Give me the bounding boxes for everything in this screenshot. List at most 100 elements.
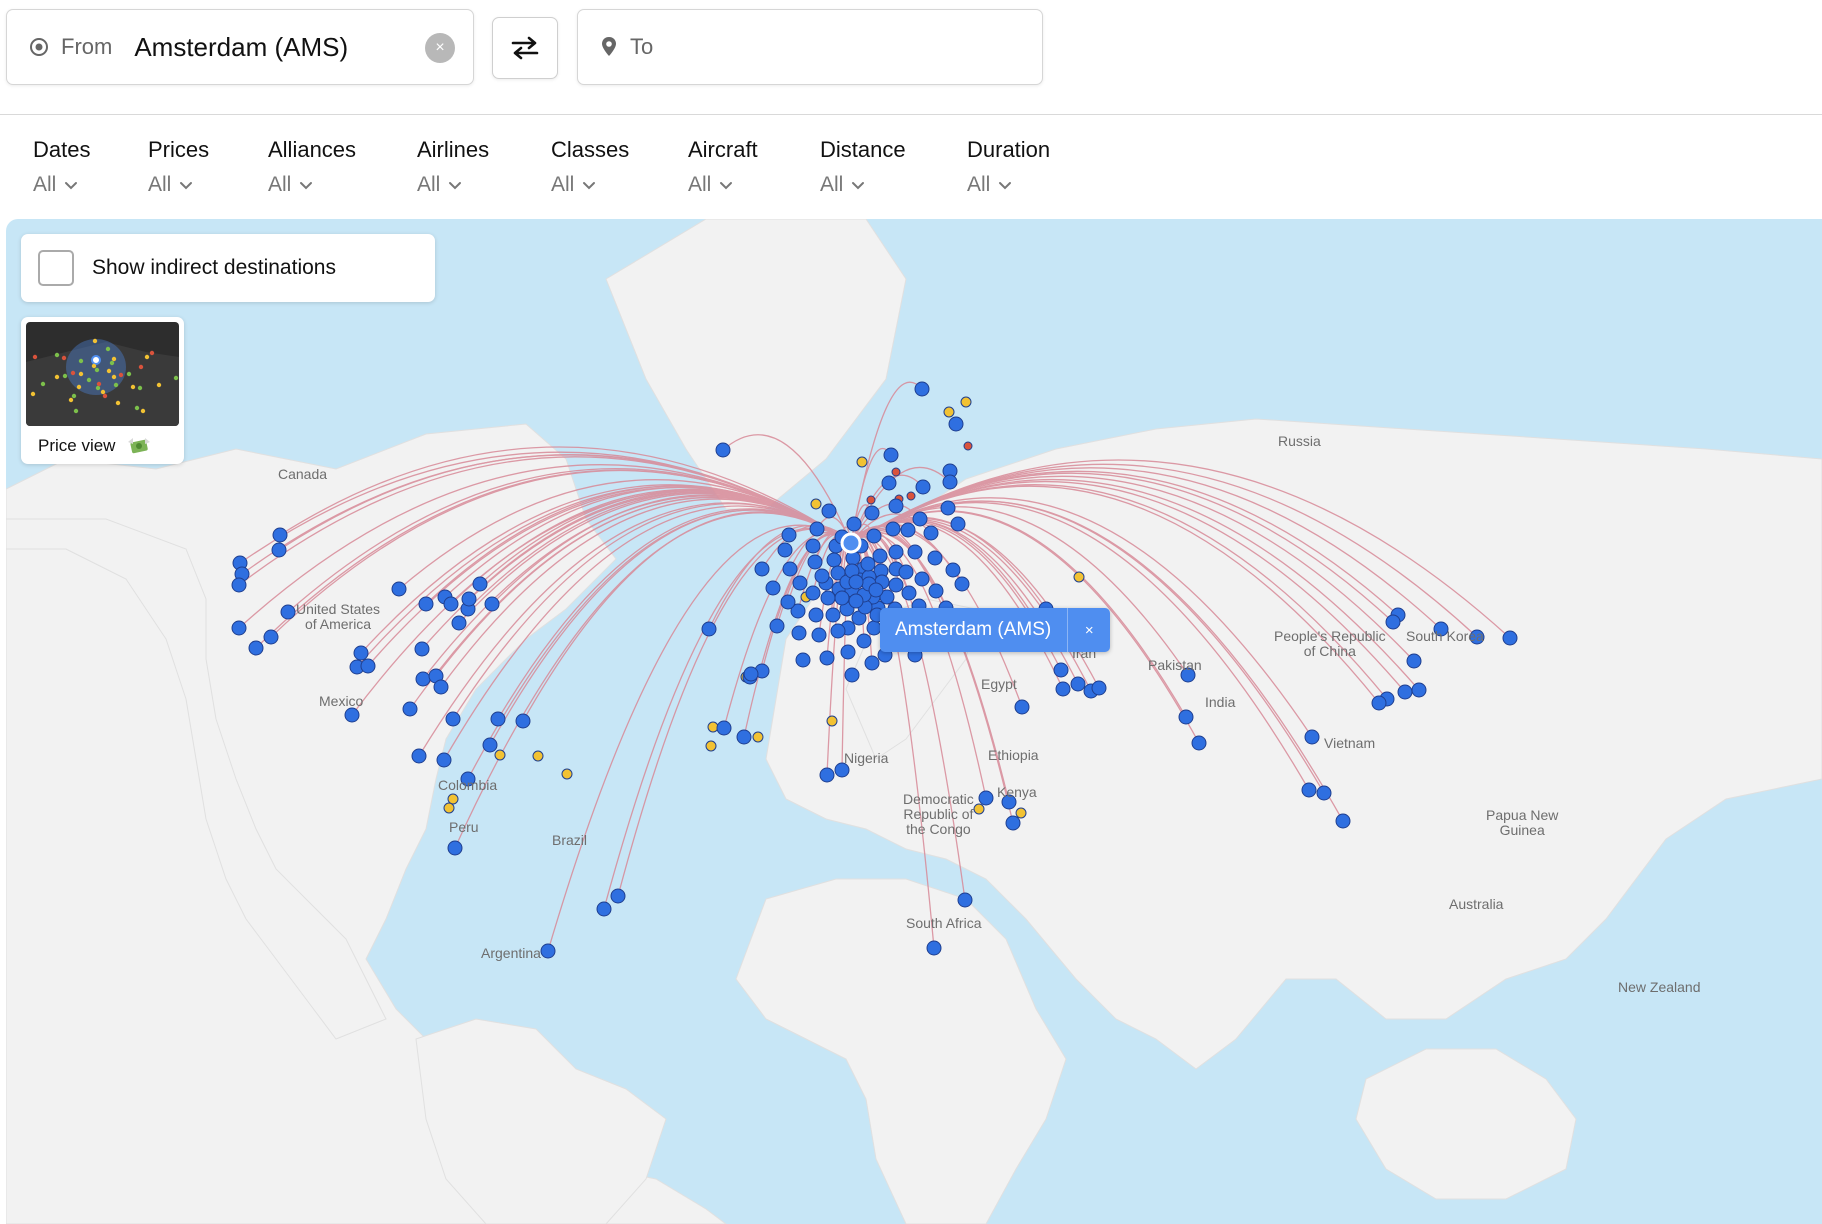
destination-marker[interactable] xyxy=(447,840,463,856)
destination-marker[interactable] xyxy=(846,516,862,532)
map-canvas[interactable] xyxy=(6,219,1822,1224)
destination-marker[interactable] xyxy=(701,621,717,637)
destination-marker[interactable] xyxy=(515,713,531,729)
destination-marker-mid[interactable] xyxy=(494,749,506,761)
destination-marker[interactable] xyxy=(391,581,407,597)
destination-marker[interactable] xyxy=(900,522,916,538)
destination-marker-mid[interactable] xyxy=(705,740,717,752)
from-value[interactable]: Amsterdam (AMS) xyxy=(134,32,348,63)
destination-marker-mid[interactable] xyxy=(443,802,455,814)
destination-marker[interactable] xyxy=(1411,682,1427,698)
destination-marker[interactable] xyxy=(1397,684,1413,700)
destination-marker[interactable] xyxy=(928,583,944,599)
destination-marker[interactable] xyxy=(830,623,846,639)
destination-marker[interactable] xyxy=(834,590,850,606)
destination-marker[interactable] xyxy=(461,591,477,607)
destination-marker[interactable] xyxy=(1070,676,1086,692)
indirect-destinations-toggle[interactable]: Show indirect destinations xyxy=(21,234,435,302)
destination-marker[interactable] xyxy=(792,575,808,591)
destination-marker[interactable] xyxy=(743,666,759,682)
filter-aircraft[interactable]: Aircraft All xyxy=(688,137,758,197)
destination-marker[interactable] xyxy=(1385,614,1401,630)
destination-marker[interactable] xyxy=(1502,630,1518,646)
destination-marker[interactable] xyxy=(360,658,376,674)
destination-marker[interactable] xyxy=(715,442,731,458)
destination-marker[interactable] xyxy=(780,594,796,610)
destination-marker-mid[interactable] xyxy=(810,498,822,510)
destination-marker[interactable] xyxy=(436,752,452,768)
filter-alliances[interactable]: Alliances All xyxy=(268,137,356,197)
destination-marker[interactable] xyxy=(927,550,943,566)
destination-marker[interactable] xyxy=(912,511,928,527)
destination-marker-mid[interactable] xyxy=(1073,571,1085,583)
destination-marker[interactable] xyxy=(263,629,279,645)
destination-marker[interactable] xyxy=(1406,653,1422,669)
destination-marker[interactable] xyxy=(445,711,461,727)
filter-duration[interactable]: Duration All xyxy=(967,137,1050,197)
destination-marker[interactable] xyxy=(805,585,821,601)
destination-marker-mid[interactable] xyxy=(960,396,972,408)
filter-airlines[interactable]: Airlines All xyxy=(417,137,489,197)
close-icon[interactable]: × xyxy=(1067,608,1110,652)
destination-marker-high[interactable] xyxy=(906,491,916,501)
destination-marker[interactable] xyxy=(888,544,904,560)
destination-marker[interactable] xyxy=(866,620,882,636)
destination-marker[interactable] xyxy=(248,640,264,656)
destination-marker[interactable] xyxy=(482,737,498,753)
destination-marker[interactable] xyxy=(769,618,785,634)
destination-marker-mid[interactable] xyxy=(752,731,764,743)
destination-marker[interactable] xyxy=(945,562,961,578)
from-field[interactable]: From Amsterdam (AMS) × xyxy=(6,9,474,85)
destination-marker[interactable] xyxy=(777,542,793,558)
destination-marker[interactable] xyxy=(451,615,467,631)
destination-marker[interactable] xyxy=(950,516,966,532)
destination-marker[interactable] xyxy=(940,500,956,516)
destination-marker-mid[interactable] xyxy=(856,456,868,468)
destination-marker[interactable] xyxy=(926,940,942,956)
destination-marker-high[interactable] xyxy=(891,467,901,477)
destination-marker[interactable] xyxy=(915,479,931,495)
destination-marker[interactable] xyxy=(765,580,781,596)
destination-marker[interactable] xyxy=(402,701,418,717)
destination-marker[interactable] xyxy=(1191,735,1207,751)
destination-marker[interactable] xyxy=(864,655,880,671)
destination-marker[interactable] xyxy=(231,577,247,593)
destination-marker[interactable] xyxy=(807,554,823,570)
destination-marker-high[interactable] xyxy=(963,441,973,451)
destination-marker[interactable] xyxy=(866,528,882,544)
destination-marker[interactable] xyxy=(1005,815,1021,831)
destination-marker[interactable] xyxy=(414,641,430,657)
clear-from-button[interactable]: × xyxy=(425,33,455,63)
destination-marker[interactable] xyxy=(1301,782,1317,798)
destination-marker[interactable] xyxy=(885,521,901,537)
destination-marker[interactable] xyxy=(914,571,930,587)
destination-marker[interactable] xyxy=(433,679,449,695)
destination-marker[interactable] xyxy=(942,474,958,490)
destination-marker[interactable] xyxy=(716,720,732,736)
destination-marker-mid[interactable] xyxy=(826,715,838,727)
destination-marker[interactable] xyxy=(888,577,904,593)
filter-prices[interactable]: Prices All xyxy=(148,137,209,197)
destination-marker[interactable] xyxy=(1316,785,1332,801)
destination-marker[interactable] xyxy=(819,767,835,783)
destination-marker[interactable] xyxy=(1053,662,1069,678)
destination-marker[interactable] xyxy=(848,593,864,609)
destination-marker-mid[interactable] xyxy=(1015,807,1027,819)
filter-dates[interactable]: Dates All xyxy=(33,137,90,197)
swap-button[interactable] xyxy=(492,17,558,79)
destination-marker[interactable] xyxy=(1091,680,1107,696)
indirect-checkbox[interactable] xyxy=(38,250,74,286)
destination-marker[interactable] xyxy=(840,644,856,660)
destination-marker[interactable] xyxy=(540,943,556,959)
destination-marker[interactable] xyxy=(484,596,500,612)
destination-marker[interactable] xyxy=(864,505,880,521)
destination-marker[interactable] xyxy=(826,552,842,568)
destination-marker-mid[interactable] xyxy=(532,750,544,762)
destination-marker[interactable] xyxy=(795,652,811,668)
destination-marker[interactable] xyxy=(948,416,964,432)
destination-marker-mid[interactable] xyxy=(943,406,955,418)
destination-marker[interactable] xyxy=(848,574,864,590)
destination-marker[interactable] xyxy=(819,650,835,666)
destination-marker[interactable] xyxy=(809,521,825,537)
destination-marker[interactable] xyxy=(754,561,770,577)
